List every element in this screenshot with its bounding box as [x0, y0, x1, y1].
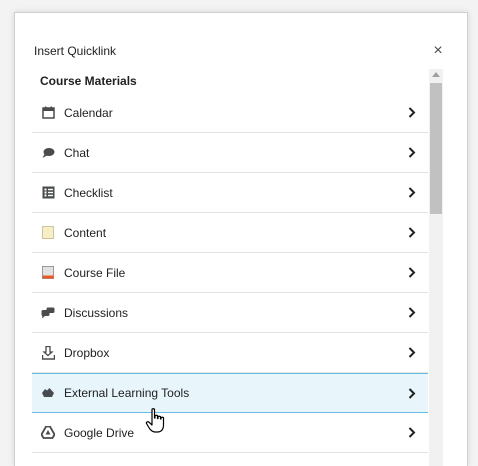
scroll-up-arrow-icon[interactable] — [432, 72, 440, 77]
close-button[interactable]: × — [430, 43, 446, 59]
list-item-external-learning-tools[interactable]: External Learning Tools — [32, 373, 428, 413]
chevron-right-icon — [406, 346, 418, 360]
checklist-icon — [41, 186, 55, 200]
list-item-label: Chat — [64, 145, 90, 160]
chevron-right-icon — [406, 426, 418, 440]
list-item-dropbox[interactable]: Dropbox — [32, 333, 428, 373]
chevron-right-icon — [406, 146, 418, 160]
calendar-icon — [41, 106, 55, 120]
list-item-label: External Learning Tools — [64, 386, 190, 400]
dialog-title: Insert Quicklink — [34, 44, 117, 58]
vertical-scrollbar[interactable] — [429, 69, 443, 466]
external-tools-icon — [41, 386, 55, 400]
list-item-course-file[interactable]: Course File — [32, 253, 428, 293]
list-item-calendar[interactable]: Calendar — [32, 93, 428, 133]
list-item-label: Dropbox — [64, 345, 110, 360]
google-drive-icon — [41, 426, 55, 440]
list-item-label: Google Drive — [64, 425, 135, 440]
chevron-right-icon — [406, 106, 418, 120]
chevron-right-icon — [406, 306, 418, 320]
insert-quicklink-dialog: Insert Quicklink × Course Materials Cale… — [14, 12, 468, 466]
section-title: Course Materials — [40, 74, 137, 88]
content-icon — [41, 226, 55, 240]
chevron-right-icon — [406, 266, 418, 280]
course-file-icon — [41, 266, 55, 280]
scrollbar-thumb[interactable] — [430, 83, 442, 214]
list-item-google-drive[interactable]: Google Drive — [32, 413, 428, 453]
list-item-label: Calendar — [64, 105, 113, 120]
quicklink-list: Calendar Chat Checklist Content Course F… — [32, 93, 428, 453]
chevron-right-icon — [406, 226, 418, 240]
chevron-right-icon — [406, 186, 418, 200]
chat-icon — [41, 146, 55, 160]
list-item-discussions[interactable]: Discussions — [32, 293, 428, 333]
list-item-checklist[interactable]: Checklist — [32, 173, 428, 213]
list-item-label: Checklist — [64, 185, 113, 200]
list-item-label: Discussions — [64, 305, 129, 320]
discussions-icon — [41, 306, 55, 320]
chevron-right-icon — [406, 386, 418, 400]
dropbox-icon — [41, 345, 55, 360]
list-item-label: Content — [64, 225, 107, 240]
list-item-content[interactable]: Content — [32, 213, 428, 253]
list-item-chat[interactable]: Chat — [32, 133, 428, 173]
list-item-label: Course File — [64, 265, 126, 280]
